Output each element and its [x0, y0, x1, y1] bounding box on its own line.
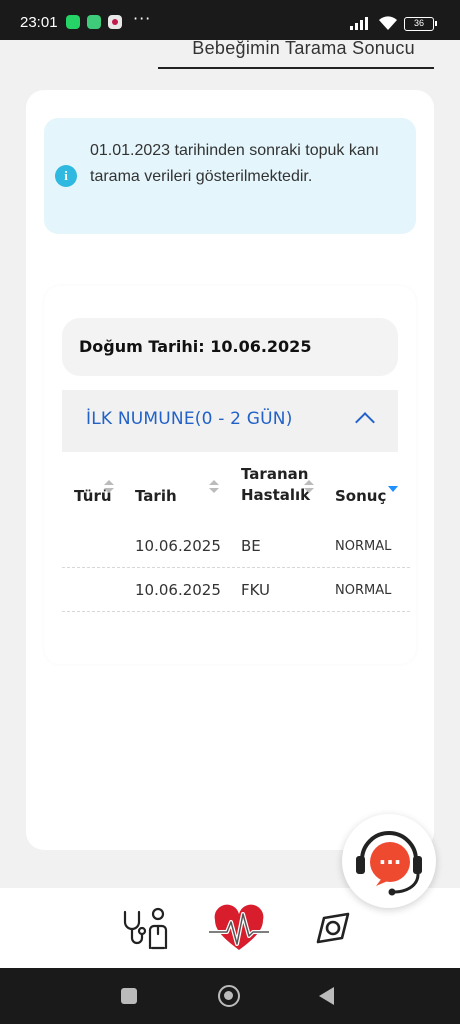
sort-icon[interactable] — [304, 480, 314, 494]
sample-section-title[interactable]: İLK NUMUNE(0 - 2 GÜN) — [86, 409, 293, 429]
column-header-result[interactable]: Sonuç — [335, 486, 386, 507]
table-row: 10.06.2025 BE NORMAL — [62, 524, 410, 568]
recent-apps-button[interactable] — [121, 988, 137, 1004]
info-icon: i — [55, 165, 77, 187]
cell-result: NORMAL — [335, 583, 392, 598]
cell-date: 10.06.2025 — [135, 581, 221, 599]
whatsapp-icon — [66, 15, 80, 29]
nav-vision-button[interactable] — [308, 904, 358, 954]
column-header-date[interactable]: Tarih — [135, 486, 177, 507]
cell-disease: FKU — [241, 581, 271, 599]
eye-icon — [316, 912, 350, 944]
column-header-disease-line1: Taranan — [241, 465, 309, 483]
table-header: Türü Tarih Taranan Hastalık Sonuç — [62, 452, 410, 524]
page-title: Bebeğimin Tarama Sonucu — [192, 38, 415, 58]
more-notifications-indicator: ··· — [133, 9, 152, 28]
screening-panel: Doğum Tarihi: 10.06.2025 İLK NUMUNE(0 - … — [44, 286, 416, 664]
results-card: i 01.01.2023 tarihinden sonraki topuk ka… — [26, 90, 434, 850]
app-notification-icon — [87, 15, 101, 29]
status-bar: 23:01 ··· 36 — [0, 0, 460, 40]
table-row: 10.06.2025 FKU NORMAL — [62, 568, 410, 612]
sample-section-header[interactable]: İLK NUMUNE(0 - 2 GÜN) — [62, 390, 398, 452]
status-time: 23:01 — [20, 14, 58, 31]
chevron-up-icon[interactable] — [355, 412, 375, 432]
back-button[interactable] — [319, 987, 334, 1005]
sort-desc-icon[interactable] — [388, 486, 398, 492]
sort-icon[interactable] — [104, 480, 114, 494]
column-header-disease-line2: Hastalık — [241, 486, 311, 504]
wifi-icon — [379, 16, 397, 30]
doctor-stethoscope-icon — [123, 907, 168, 950]
birth-date-label: Doğum Tarihi: 10.06.2025 — [79, 337, 312, 356]
birth-date-box: Doğum Tarihi: 10.06.2025 — [62, 318, 398, 376]
system-navigation-bar — [0, 968, 460, 1024]
sort-icon[interactable] — [209, 480, 219, 494]
app-notification-icon — [108, 15, 122, 29]
chat-dots: ··· — [379, 850, 402, 874]
signal-icon — [350, 16, 372, 30]
support-chat-icon: ··· — [356, 831, 422, 896]
info-banner: i 01.01.2023 tarihinden sonraki topuk ka… — [44, 118, 416, 234]
info-message: 01.01.2023 tarihinden sonraki topuk kanı… — [90, 142, 380, 185]
nav-doctor-button[interactable] — [120, 904, 170, 954]
header-underline — [158, 67, 434, 69]
column-header-disease[interactable]: Taranan Hastalık — [241, 464, 310, 506]
results-table: Türü Tarih Taranan Hastalık Sonuç 10.06.… — [62, 452, 410, 612]
page-header: Bebeğimin Tarama Sonucu — [0, 38, 460, 90]
battery-icon: 36 — [404, 17, 437, 31]
heart-pulse-logo-icon — [209, 904, 269, 950]
home-button[interactable] — [218, 985, 240, 1007]
nav-home-button[interactable] — [207, 904, 271, 954]
cell-disease: BE — [241, 537, 261, 555]
support-chat-button[interactable]: ··· — [342, 814, 436, 908]
cell-result: NORMAL — [335, 539, 392, 554]
cell-date: 10.06.2025 — [135, 537, 221, 555]
